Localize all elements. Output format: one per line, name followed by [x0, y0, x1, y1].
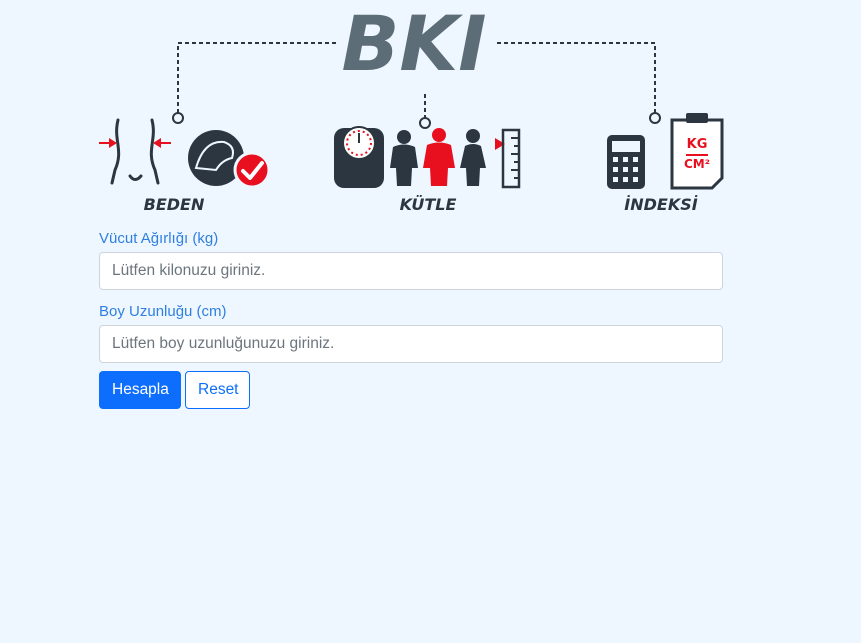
bki-hero-illustration: BKI KG CM² BEDEN KÜTLE İNDEKSİ: [99, 0, 724, 214]
caption-beden: BEDEN: [144, 195, 205, 214]
button-row: Hesapla Reset: [99, 371, 723, 409]
calculate-button[interactable]: Hesapla: [99, 371, 181, 409]
weight-field-group: Vücut Ağırlığı (kg): [99, 229, 723, 290]
bmi-form: Vücut Ağırlığı (kg) Boy Uzunluğu (cm) He…: [99, 228, 723, 409]
ruler-icon: [495, 128, 521, 189]
scale-icon: [334, 126, 384, 188]
muscle-check-icon: [188, 130, 271, 189]
height-label: Boy Uzunluğu (cm): [99, 303, 227, 320]
clipboard-kg-label: KG: [687, 137, 708, 152]
caption-kutle: KÜTLE: [400, 195, 457, 214]
weight-input[interactable]: [99, 252, 723, 290]
calculator-icon: [607, 135, 645, 189]
weight-label: Vücut Ağırlığı (kg): [99, 230, 219, 247]
height-field-group: Boy Uzunluğu (cm): [99, 302, 723, 363]
waist-icon: [110, 118, 160, 185]
reset-button[interactable]: Reset: [185, 371, 250, 409]
caption-indeksi: İNDEKSİ: [624, 195, 697, 214]
connector-circles: [172, 112, 661, 129]
height-input[interactable]: [99, 325, 723, 363]
people-icon: [390, 128, 486, 186]
clipboard-cm-label: CM²: [684, 157, 710, 171]
arrow-icons: [99, 138, 171, 148]
bki-title: BKI: [341, 0, 486, 88]
